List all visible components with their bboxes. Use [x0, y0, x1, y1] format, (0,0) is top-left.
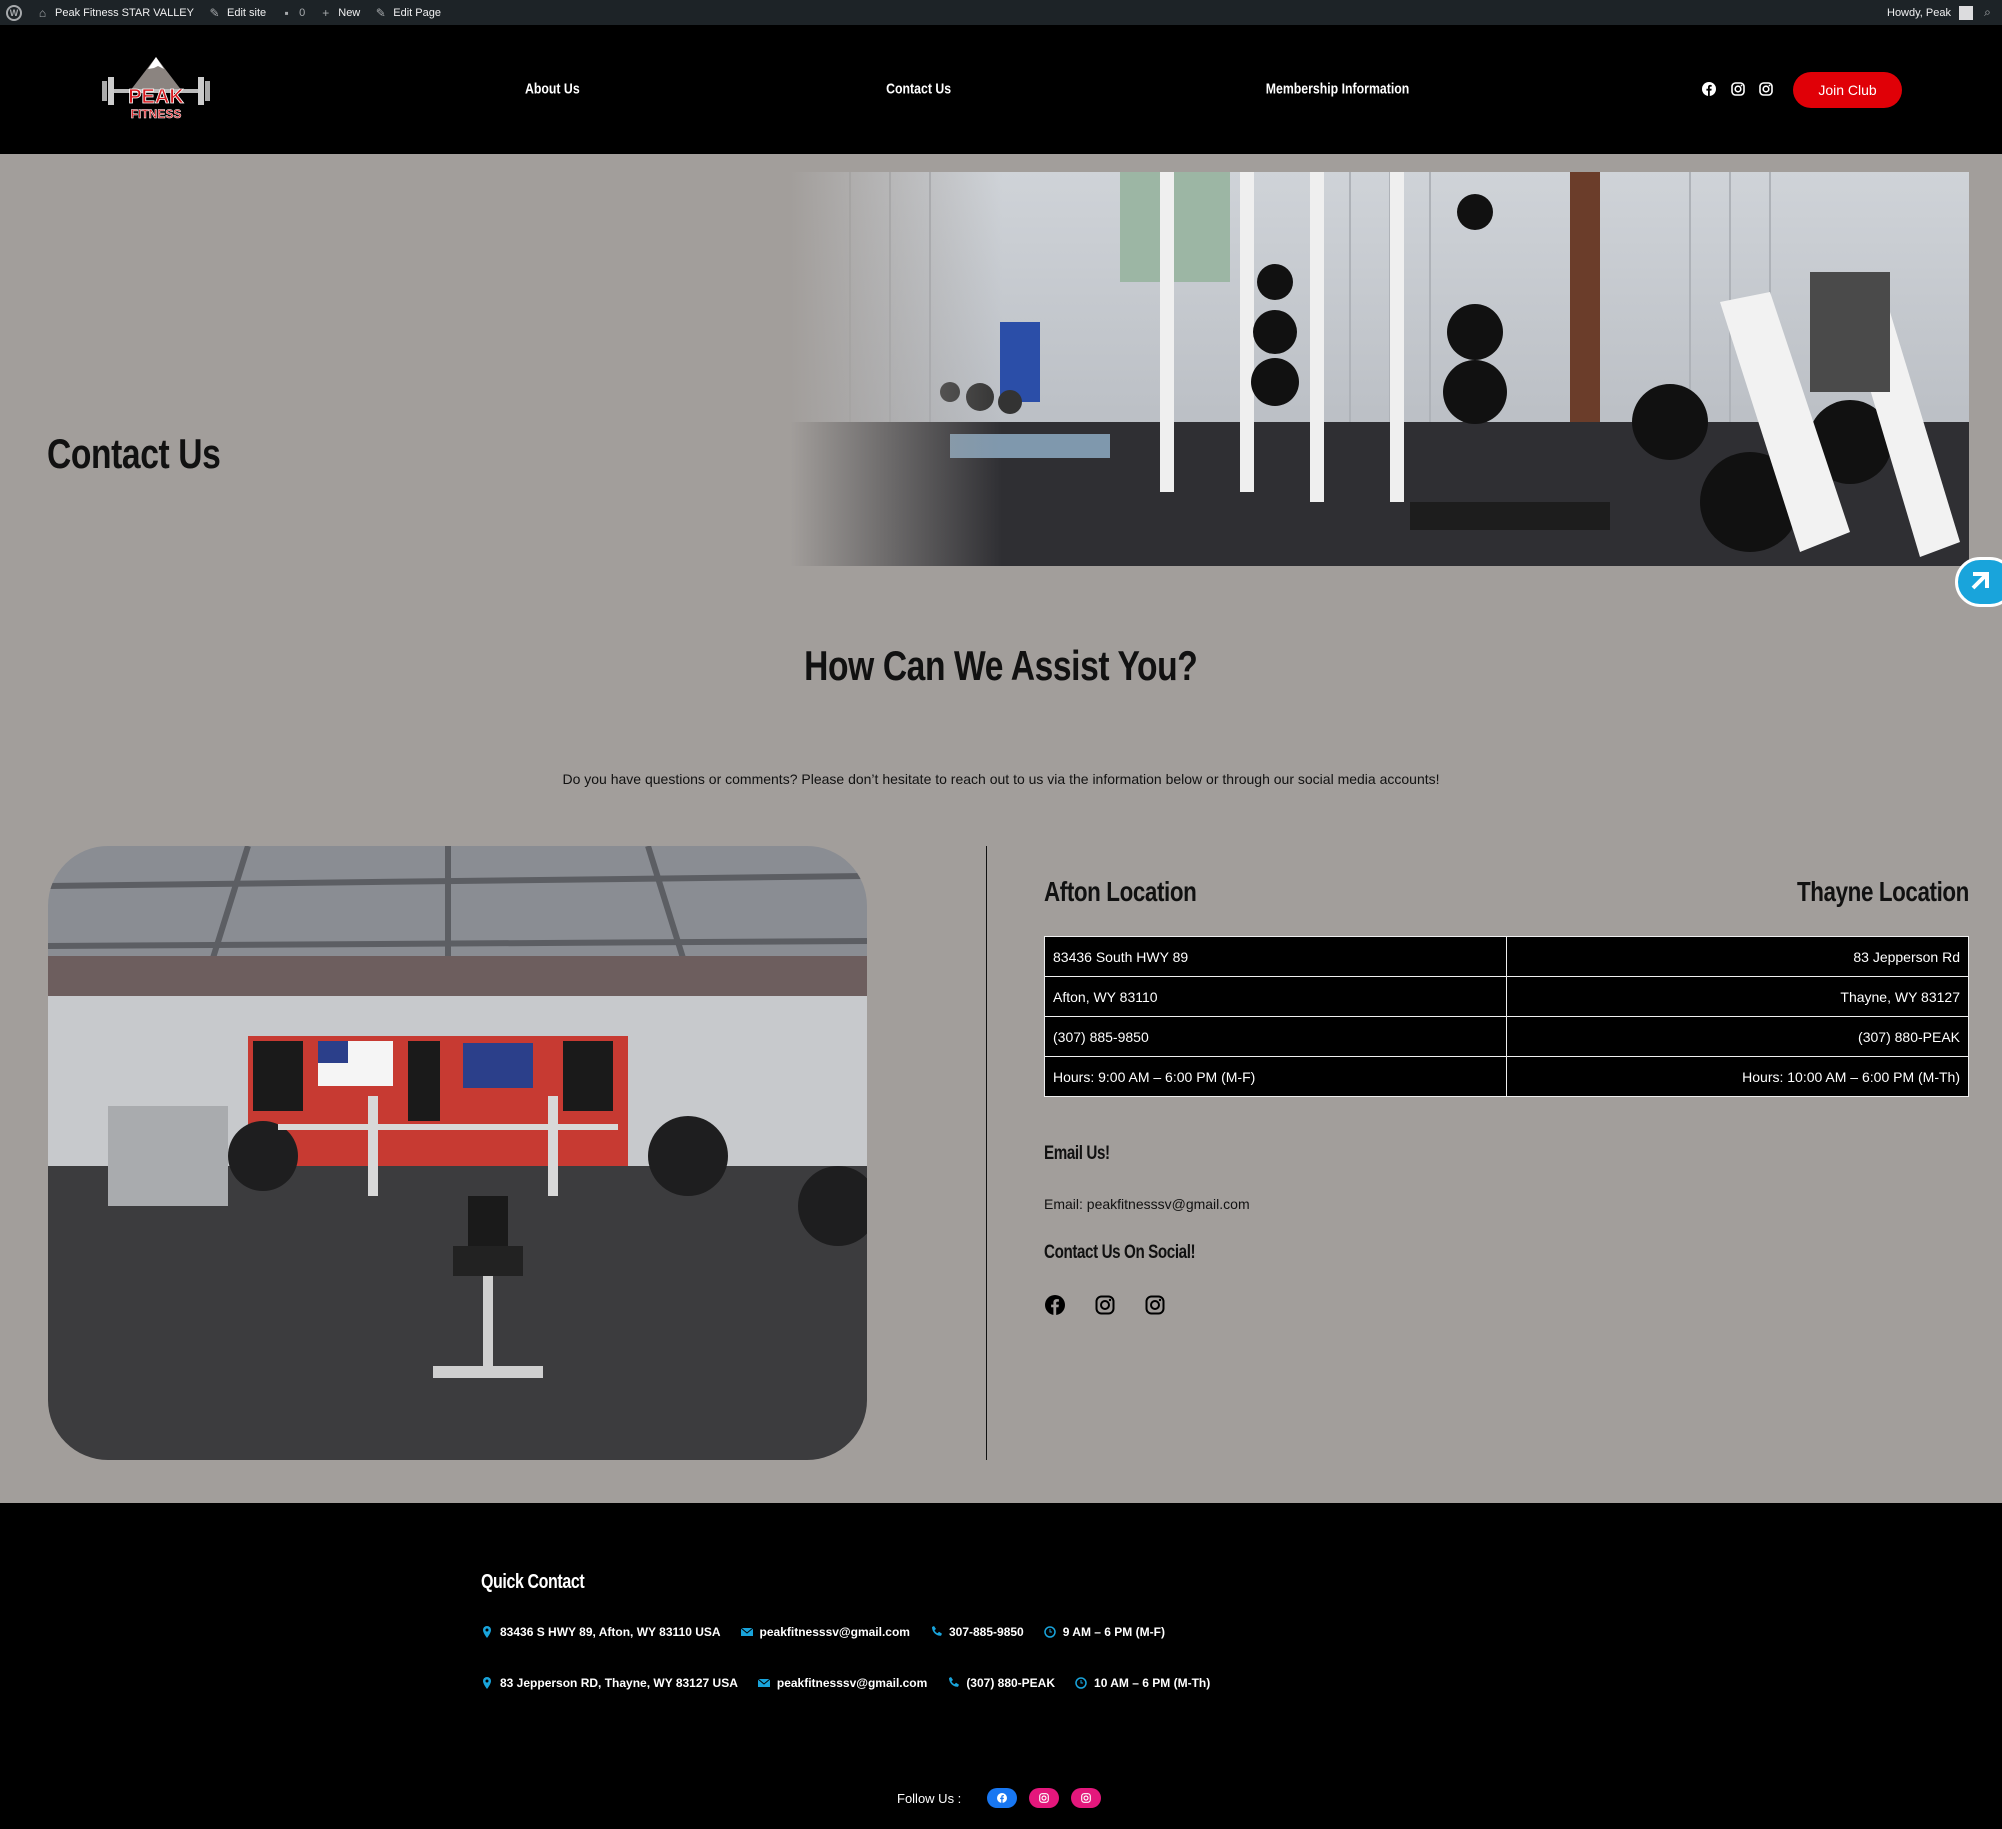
facebook-icon[interactable]: [1702, 82, 1716, 96]
footer-hours-text: 10 AM – 6 PM (M-Th): [1094, 1676, 1211, 1690]
email-address[interactable]: Email: peakfitnesssv@gmail.com: [1044, 1196, 1250, 1212]
comment-icon: ▪: [284, 5, 289, 20]
avatar[interactable]: [1959, 5, 1973, 20]
table-row: (307) 885-9850 (307) 880-PEAK: [1044, 1016, 1969, 1057]
footer-address[interactable]: 83436 S HWY 89, Afton, WY 83110 USA: [481, 1625, 721, 1639]
vertical-divider: [986, 846, 987, 1460]
footer-hours: 10 AM – 6 PM (M-Th): [1075, 1676, 1210, 1690]
logo-text-bottom: FITNESS: [131, 107, 182, 121]
peak-fitness-logo[interactable]: PEAK FITNESS: [100, 55, 212, 123]
footer-phone[interactable]: 307-885-9850: [930, 1625, 1024, 1639]
locations-table: 83436 South HWY 89 83 Jepperson Rd Afton…: [1044, 936, 1969, 1097]
footer-address-text: 83436 S HWY 89, Afton, WY 83110 USA: [500, 1625, 721, 1639]
footer-facebook-button[interactable]: [987, 1788, 1018, 1808]
brush-icon: ✎: [209, 5, 220, 20]
dashboard-icon: ⌂: [38, 5, 47, 20]
nav-about-us[interactable]: About Us: [525, 81, 580, 98]
logo-text-top: PEAK: [128, 86, 184, 108]
page-title: Contact Us: [47, 430, 221, 477]
admin-comments-count: 0: [299, 6, 306, 19]
instagram-icon: [1039, 1793, 1050, 1803]
admin-howdy[interactable]: Howdy, Peak: [1887, 7, 1951, 19]
footer-hours: 9 AM – 6 PM (M-F): [1043, 1625, 1165, 1639]
facebook-icon: [997, 1793, 1008, 1803]
quick-contact-row-thayne: 83 Jepperson RD, Thayne, WY 83127 USA pe…: [481, 1676, 1230, 1690]
footer-address-text: 83 Jepperson RD, Thayne, WY 83127 USA: [500, 1676, 738, 1690]
envelope-icon: [757, 1678, 770, 1687]
afton-hours: Hours: 9:00 AM – 6:00 PM (M-F): [1044, 1056, 1507, 1097]
facebook-icon[interactable]: [1045, 1295, 1065, 1315]
footer-address[interactable]: 83 Jepperson RD, Thayne, WY 83127 USA: [481, 1676, 738, 1690]
admin-new[interactable]: + New: [319, 5, 361, 20]
footer-instagram-button[interactable]: [1029, 1788, 1060, 1808]
admin-edit-page[interactable]: ✎ Edit Page: [374, 5, 441, 20]
admin-bar: W ⌂ Peak Fitness STAR VALLEY ✎ Edit site…: [0, 0, 2002, 25]
join-club-button[interactable]: Join Club: [1793, 72, 1902, 108]
contact-social-heading: Contact Us On Social!: [1044, 1242, 1196, 1263]
pencil-icon: ✎: [375, 5, 386, 20]
footer-email-text: peakfitnesssv@gmail.com: [759, 1625, 910, 1639]
site-header: PEAK FITNESS About Us Contact Us Members…: [0, 25, 2002, 154]
footer-phone[interactable]: (307) 880-PEAK: [947, 1676, 1055, 1690]
accessibility-toggle[interactable]: [1955, 557, 2002, 607]
quick-contact-row-afton: 83436 S HWY 89, Afton, WY 83110 USA peak…: [481, 1625, 1185, 1639]
instagram-icon[interactable]: [1759, 82, 1773, 96]
gym-interior-photo: [48, 846, 867, 1460]
afton-location-title: Afton Location: [1044, 876, 1197, 907]
footer-email-text: peakfitnesssv@gmail.com: [776, 1676, 928, 1690]
site-footer: Quick Contact 83436 S HWY 89, Afton, WY …: [0, 1503, 2002, 1829]
admin-edit-site[interactable]: ✎ Edit site: [208, 5, 267, 20]
instagram-icon[interactable]: [1145, 1295, 1165, 1315]
table-row: 83436 South HWY 89 83 Jepperson Rd: [1044, 936, 1969, 977]
thayne-location-title: Thayne Location: [1797, 876, 1969, 907]
table-row: Afton, WY 83110 Thayne, WY 83127: [1044, 976, 1969, 1017]
nav-contact-us[interactable]: Contact Us: [886, 81, 951, 98]
plus-icon: +: [322, 5, 330, 20]
email-us-heading: Email Us!: [1044, 1143, 1110, 1164]
clock-icon: [1043, 1626, 1056, 1638]
instagram-icon: [1081, 1793, 1092, 1803]
table-row: Hours: 9:00 AM – 6:00 PM (M-F) Hours: 10…: [1044, 1056, 1969, 1097]
admin-edit-page-label: Edit Page: [393, 6, 441, 19]
admin-site-name: Peak Fitness STAR VALLEY: [55, 6, 194, 19]
section-title: How Can We Assist You?: [0, 642, 2002, 690]
admin-comments[interactable]: ▪ 0: [280, 5, 306, 20]
footer-phone-text: (307) 880-PEAK: [966, 1676, 1056, 1690]
footer-phone-text: 307-885-9850: [948, 1625, 1024, 1639]
map-pin-icon: [483, 1677, 491, 1689]
afton-city: Afton, WY 83110: [1044, 976, 1507, 1017]
hero-gym-image: [790, 172, 1969, 566]
afton-address: 83436 South HWY 89: [1044, 936, 1507, 977]
follow-us-label: Follow Us :: [897, 1790, 962, 1806]
footer-email[interactable]: peakfitnesssv@gmail.com: [740, 1625, 910, 1639]
thayne-city: Thayne, WY 83127: [1506, 976, 1969, 1017]
admin-new-label: New: [338, 6, 361, 19]
search-icon[interactable]: ⌕: [1981, 5, 1994, 19]
thayne-address: 83 Jepperson Rd: [1506, 936, 1969, 977]
afton-phone: (307) 885-9850: [1044, 1016, 1507, 1057]
thayne-phone: (307) 880-PEAK: [1506, 1016, 1969, 1057]
admin-site-link[interactable]: ⌂ Peak Fitness STAR VALLEY: [36, 5, 194, 20]
quick-contact-heading: Quick Contact: [481, 1571, 585, 1593]
phone-icon: [949, 1677, 960, 1687]
accessibility-icon: [1971, 572, 1989, 590]
thayne-hours: Hours: 10:00 AM – 6:00 PM (M-Th): [1506, 1056, 1969, 1097]
clock-icon: [1075, 1677, 1087, 1689]
map-pin-icon: [483, 1626, 491, 1638]
assist-description: Do you have questions or comments? Pleas…: [562, 771, 1440, 787]
admin-edit-site-label: Edit site: [226, 6, 267, 19]
follow-us: Follow Us :: [897, 1788, 1102, 1808]
footer-hours-text: 9 AM – 6 PM (M-F): [1062, 1625, 1165, 1639]
assist-title-text: How Can We Assist You?: [804, 642, 1198, 689]
instagram-icon[interactable]: [1095, 1295, 1115, 1315]
wordpress-icon[interactable]: W: [6, 4, 22, 21]
footer-instagram-button[interactable]: [1071, 1788, 1102, 1808]
phone-icon: [931, 1626, 942, 1636]
envelope-icon: [740, 1627, 753, 1636]
footer-email[interactable]: peakfitnesssv@gmail.com: [757, 1676, 928, 1690]
instagram-icon[interactable]: [1731, 82, 1745, 96]
nav-membership-information[interactable]: Membership Information: [1266, 81, 1410, 98]
